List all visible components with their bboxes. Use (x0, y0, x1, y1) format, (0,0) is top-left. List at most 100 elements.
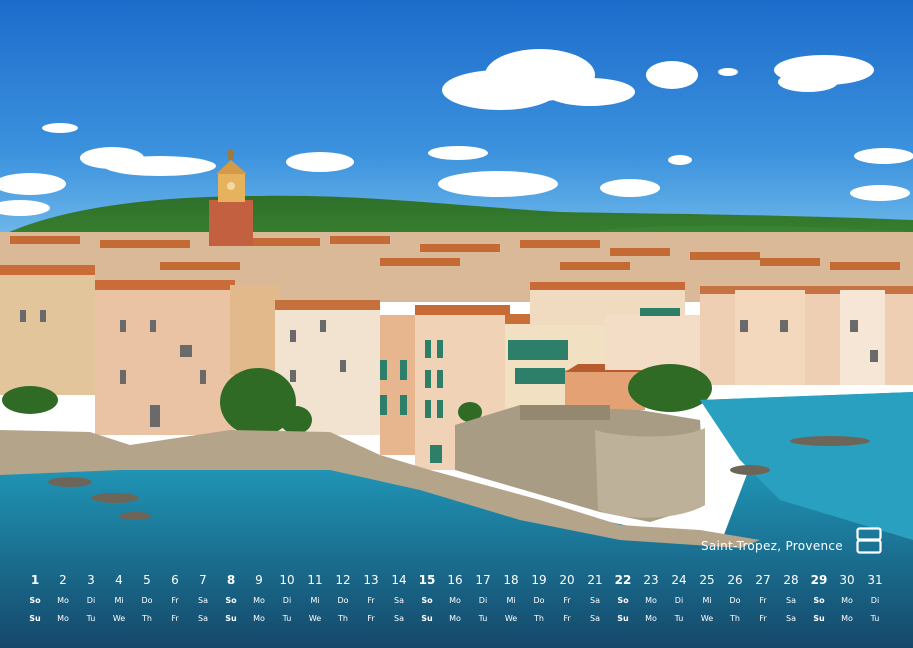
weekday-german: Mo (449, 596, 461, 605)
day-column-18: 18 Mi We (497, 572, 525, 632)
day-number: 6 (171, 573, 179, 587)
day-column-29: 29 So Su (805, 572, 833, 632)
weekday-english: Mo (841, 614, 853, 623)
weekday-english: Sa (394, 614, 404, 623)
day-column-13: 13 Fr Fr (357, 572, 385, 632)
weekday-german: Di (478, 596, 488, 605)
weekday-german: Fr (171, 596, 179, 605)
weekday-english: Su (29, 614, 41, 623)
day-number: 29 (810, 573, 828, 587)
day-number: 8 (226, 573, 236, 587)
weekday-english: Th (534, 614, 544, 623)
day-column-17: 17 Di Tu (469, 572, 497, 632)
month-number-icon: 8 (856, 527, 882, 554)
weekday-english: We (700, 614, 714, 623)
weekday-english: Mo (645, 614, 657, 623)
weekday-german: So (617, 596, 629, 605)
weekday-english: Sa (198, 614, 208, 623)
day-number: 19 (531, 573, 547, 587)
day-number: 21 (587, 573, 603, 587)
day-number: 7 (199, 573, 207, 587)
day-column-8: 8 So Su (217, 572, 245, 632)
day-number: 20 (559, 573, 575, 587)
weekday-english: Mo (57, 614, 69, 623)
weekday-english: Th (730, 614, 740, 623)
day-column-14: 14 Sa Sa (385, 572, 413, 632)
day-column-6: 6 Fr Fr (161, 572, 189, 632)
weekday-german: Sa (786, 596, 796, 605)
weekday-german: Mi (114, 596, 124, 605)
right-buildings (700, 286, 913, 385)
day-number: 22 (614, 573, 632, 587)
weekday-german: Di (870, 596, 880, 605)
day-number: 4 (115, 573, 123, 587)
day-column-26: 26 Do Th (721, 572, 749, 632)
day-number: 13 (363, 573, 379, 587)
weekday-german: Fr (367, 596, 375, 605)
day-column-5: 5 Do Th (133, 572, 161, 632)
weekday-german: Fr (759, 596, 767, 605)
calendar-page: Saint-Tropez, Provence 8 1 So Su 2 Mo Mo 3 Di Tu… (0, 0, 913, 648)
weekday-german: Di (282, 596, 292, 605)
day-number: 28 (783, 573, 799, 587)
day-number: 24 (671, 573, 687, 587)
day-number: 9 (255, 573, 263, 587)
location-caption: Saint-Tropez, Provence (700, 539, 843, 553)
weekday-english: Fr (367, 614, 375, 623)
weekday-english: Tu (282, 614, 292, 623)
weekday-english: Fr (759, 614, 767, 623)
weekday-german: So (421, 596, 433, 605)
weekday-german: Di (674, 596, 684, 605)
weekday-english: Tu (86, 614, 96, 623)
weekday-german: Mi (702, 596, 712, 605)
weekday-english: Tu (478, 614, 488, 623)
day-number: 12 (335, 573, 351, 587)
day-column-4: 4 Mi We (105, 572, 133, 632)
day-number: 10 (279, 573, 295, 587)
weekday-german: Sa (198, 596, 208, 605)
day-column-19: 19 Do Th (525, 572, 553, 632)
weekday-german: Mo (645, 596, 657, 605)
day-number: 31 (867, 573, 883, 587)
weekday-german: So (813, 596, 825, 605)
weekday-english: Th (338, 614, 348, 623)
day-column-3: 3 Di Tu (77, 572, 105, 632)
weekday-german: Sa (394, 596, 404, 605)
day-number: 25 (699, 573, 715, 587)
day-column-21: 21 Sa Sa (581, 572, 609, 632)
weekday-english: Tu (870, 614, 880, 623)
day-column-11: 11 Mi We (301, 572, 329, 632)
weekday-german: Mi (310, 596, 320, 605)
weekday-english: Mo (253, 614, 265, 623)
weekday-german: Do (337, 596, 349, 605)
day-number: 27 (755, 573, 771, 587)
day-column-22: 22 So Su (609, 572, 637, 632)
day-calendar: 1 So Su 2 Mo Mo 3 Di Tu 4 Mi We 5 Do Th 6 Fr Fr 7 Sa Sa 8 So Su… (21, 572, 889, 632)
weekday-german: Mo (841, 596, 853, 605)
day-column-27: 27 Fr Fr (749, 572, 777, 632)
day-column-9: 9 Mo Mo (245, 572, 273, 632)
weekday-german: Do (141, 596, 153, 605)
day-number: 15 (418, 573, 436, 587)
day-column-28: 28 Sa Sa (777, 572, 805, 632)
weekday-english: We (504, 614, 518, 623)
weekday-english: We (112, 614, 126, 623)
weekday-english: Sa (590, 614, 600, 623)
day-number: 11 (307, 573, 323, 587)
day-column-16: 16 Mo Mo (441, 572, 469, 632)
weekday-english: Tu (674, 614, 684, 623)
day-number: 1 (30, 573, 40, 587)
weekday-german: Di (86, 596, 96, 605)
weekday-english: Fr (171, 614, 179, 623)
weekday-english: Fr (563, 614, 571, 623)
day-column-20: 20 Fr Fr (553, 572, 581, 632)
weekday-german: Do (729, 596, 741, 605)
weekday-english: Sa (786, 614, 796, 623)
weekday-german: Mi (506, 596, 516, 605)
day-column-24: 24 Di Tu (665, 572, 693, 632)
weekday-german: Sa (590, 596, 600, 605)
day-number: 23 (643, 573, 659, 587)
weekday-english: We (308, 614, 322, 623)
day-number: 3 (87, 573, 95, 587)
weekday-english: Mo (449, 614, 461, 623)
